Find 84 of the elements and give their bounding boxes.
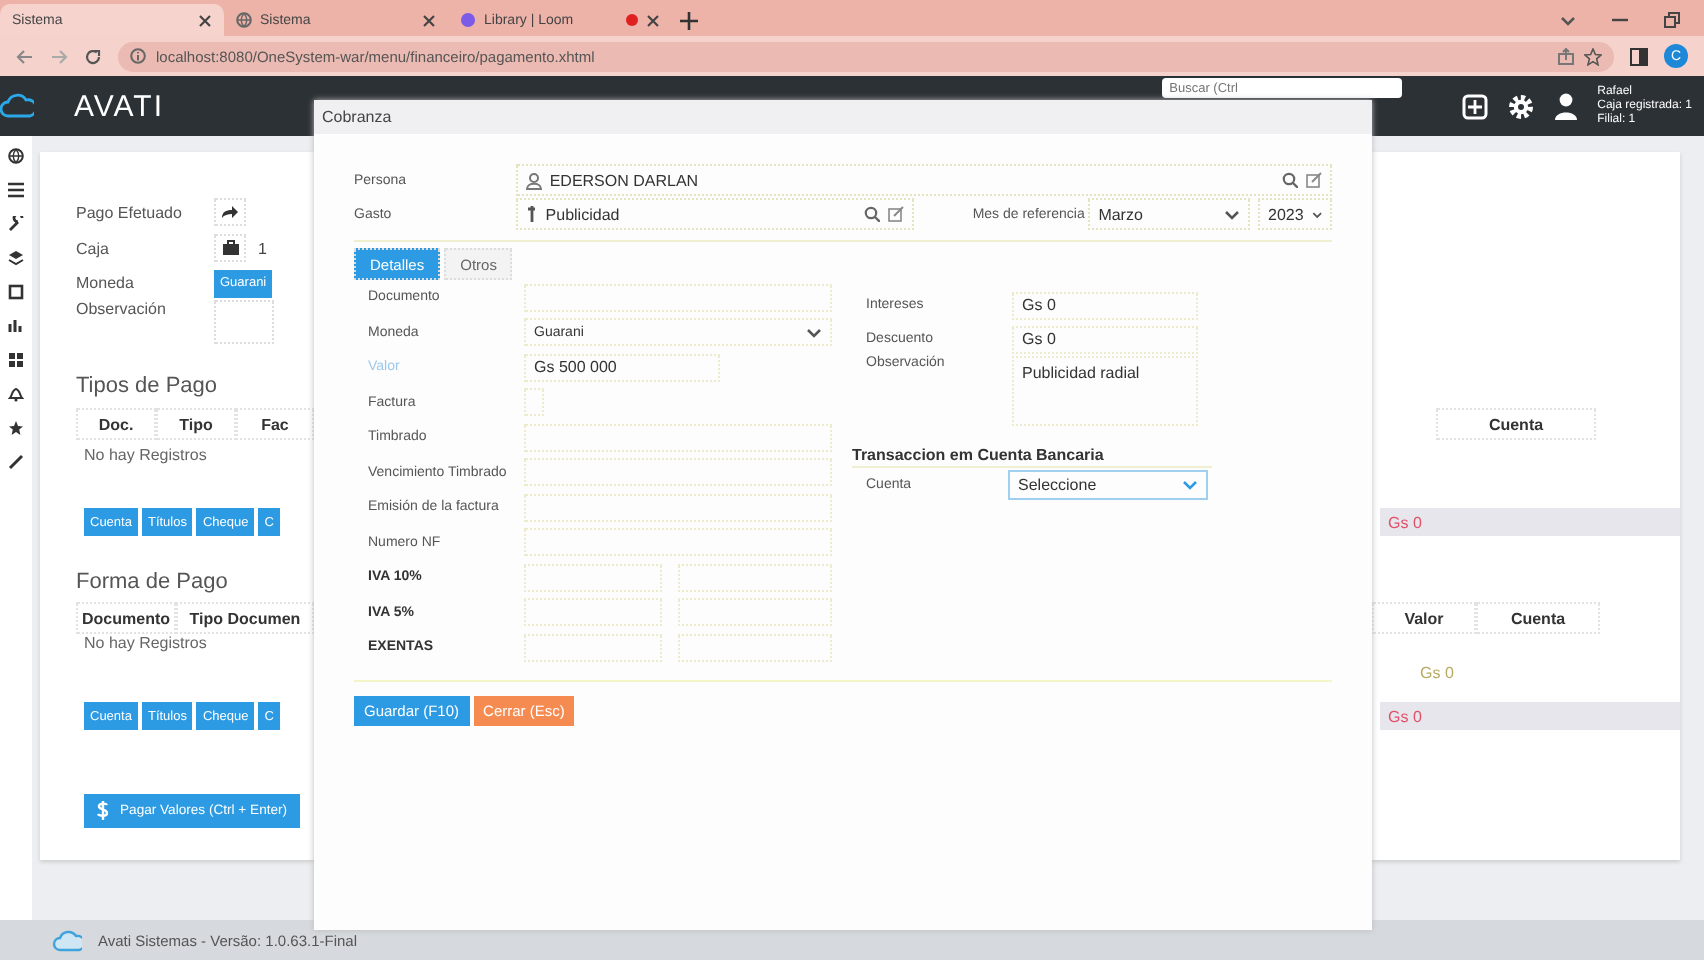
cloud-logo-icon <box>52 928 82 952</box>
column-header: Documento <box>76 602 176 634</box>
share-icon[interactable] <box>1558 47 1574 65</box>
empty-message: No hay Registros <box>84 634 207 652</box>
column-header: Cuenta <box>1476 602 1600 634</box>
input-field[interactable]: Gs 0 <box>1012 291 1198 319</box>
input-field[interactable] <box>524 458 832 487</box>
edit-icon[interactable] <box>1306 172 1322 188</box>
close-icon[interactable] <box>198 13 212 27</box>
chevron-down-icon[interactable] <box>1560 13 1576 27</box>
edit-icon[interactable] <box>888 206 905 222</box>
field-label: Caja <box>76 239 111 257</box>
input-field[interactable] <box>524 633 662 662</box>
search-icon[interactable] <box>1282 172 1298 188</box>
field-label: Observación <box>76 300 168 318</box>
chevron-down-icon <box>806 325 822 340</box>
star-icon[interactable] <box>1584 47 1602 65</box>
column-header: Cuenta <box>1436 408 1596 440</box>
input-field[interactable] <box>524 598 662 627</box>
chevron-down-icon <box>1182 478 1198 492</box>
list-icon[interactable] <box>8 182 24 198</box>
search-icon[interactable] <box>864 206 881 222</box>
restore-icon[interactable] <box>1664 12 1680 28</box>
lookup-field[interactable]: Publicidad <box>515 198 915 230</box>
dollar-icon <box>96 800 110 822</box>
close-icon[interactable] <box>422 13 436 27</box>
share-button[interactable] <box>214 198 246 226</box>
share-arrow-icon <box>220 204 240 220</box>
column-header: Doc. <box>76 408 156 440</box>
user-icon <box>525 171 542 189</box>
observation-field[interactable] <box>214 300 274 344</box>
minimize-icon[interactable] <box>1612 18 1628 22</box>
settings-icon[interactable] <box>1507 93 1534 119</box>
empty-message: No hay Registros <box>84 445 207 463</box>
back-icon[interactable] <box>16 47 34 65</box>
chart-icon[interactable] <box>8 318 24 334</box>
briefcase-icon <box>221 240 239 256</box>
pencil-icon[interactable] <box>8 454 24 470</box>
info-icon[interactable] <box>130 48 146 64</box>
new-tab-icon[interactable] <box>680 12 698 30</box>
input-field[interactable] <box>524 493 832 522</box>
field-value: 1 <box>256 239 267 257</box>
bell-icon[interactable] <box>8 386 24 402</box>
input-field[interactable] <box>524 528 832 557</box>
input-field[interactable] <box>678 598 832 627</box>
globe-icon <box>236 12 252 28</box>
star-icon[interactable] <box>8 420 24 436</box>
input-field[interactable]: Gs 0 <box>1012 325 1198 353</box>
input-field[interactable] <box>678 563 832 592</box>
total-value: Gs 0 <box>1380 508 1680 536</box>
circle-icon <box>460 12 476 28</box>
total-value: Gs 0 <box>1380 702 1680 730</box>
layers-icon[interactable] <box>8 250 24 266</box>
column-header: Tipo <box>156 408 236 440</box>
add-square-icon[interactable] <box>1461 93 1488 119</box>
field-label: Moneda <box>76 274 136 292</box>
chevron-down-icon <box>1311 207 1323 221</box>
input-field[interactable] <box>678 633 832 662</box>
section-title: Transaccion em Cuenta Bancaria <box>852 446 1212 468</box>
box-icon[interactable] <box>8 284 24 300</box>
input-field[interactable] <box>524 423 832 452</box>
dialog-title: Cobranza <box>314 100 1372 134</box>
input-field[interactable] <box>524 563 662 592</box>
reload-icon[interactable] <box>84 47 102 65</box>
side-panel-icon[interactable] <box>1630 47 1648 65</box>
field-label: Pago Efetuado <box>76 203 184 221</box>
cell-value: Gs 0 <box>1418 664 1454 682</box>
section-title: Tipos de Pago <box>76 374 218 398</box>
close-icon[interactable] <box>646 13 660 27</box>
cloud-icon <box>0 92 34 120</box>
input-field[interactable] <box>524 388 544 417</box>
lookup-field[interactable]: EDERSON DARLAN <box>515 164 1332 196</box>
chevron-down-icon <box>1224 207 1241 221</box>
user-icon[interactable] <box>1553 92 1578 120</box>
year-select[interactable]: 2023 <box>1258 198 1333 230</box>
globe-icon[interactable] <box>8 148 24 164</box>
account-select[interactable]: Seleccione <box>1008 470 1208 500</box>
input-field[interactable] <box>524 283 832 312</box>
observation-field[interactable]: Publicidad radial <box>1012 356 1198 426</box>
grid-icon[interactable] <box>8 352 24 368</box>
brand-name: AVATI <box>74 89 165 123</box>
input-field[interactable]: Gs 500 000 <box>524 353 720 382</box>
month-select[interactable]: Marzo <box>1088 198 1251 230</box>
section-title: Forma de Pago <box>76 570 228 594</box>
